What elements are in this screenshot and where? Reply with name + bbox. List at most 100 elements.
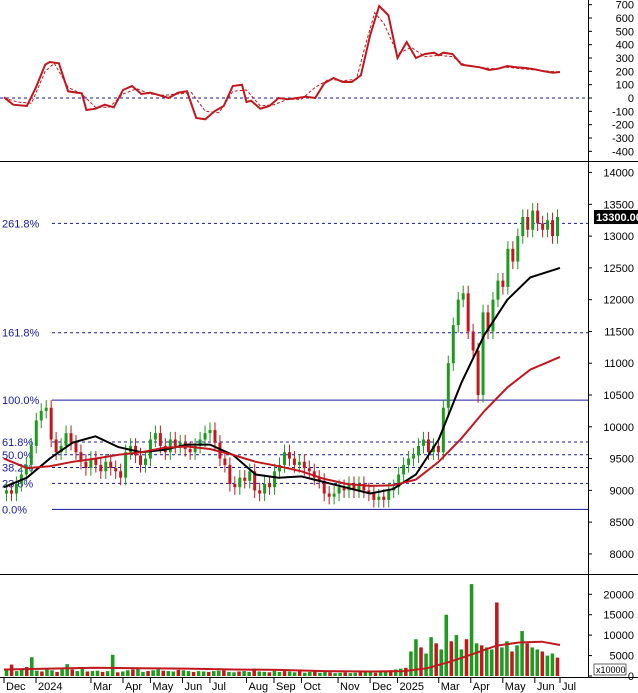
fib-label: 261.8%: [2, 218, 40, 230]
volume-bar: [176, 669, 181, 676]
candle-body: [188, 449, 192, 453]
y-tick-label: 20000: [603, 589, 634, 601]
y-tick-label: 10500: [603, 390, 634, 402]
volume-bar: [156, 669, 160, 676]
candle-body: [153, 433, 157, 440]
volume-bar: [368, 672, 373, 676]
volume-bar: [105, 671, 110, 676]
candle-body: [39, 410, 43, 421]
volume-bar: [115, 672, 120, 676]
candle-body: [109, 461, 113, 469]
candle-body: [402, 464, 406, 475]
fib-label: 161.8%: [2, 328, 40, 340]
volume-bar: [237, 671, 241, 676]
y-tick-label: 500: [616, 26, 634, 38]
last-price-label: 13300.00: [596, 212, 638, 224]
volume-bar: [535, 649, 540, 676]
candle-body: [292, 458, 296, 465]
candle-body: [412, 455, 416, 459]
volume-bar: [242, 671, 246, 676]
candle-body: [511, 248, 515, 262]
volume-unit-label: x10000: [596, 665, 626, 675]
y-tick-label: 12000: [603, 295, 634, 307]
candle-body: [273, 471, 277, 488]
volume-bar: [196, 671, 201, 676]
volume-bar: [469, 584, 474, 676]
volume-bar: [257, 671, 262, 676]
x-tick-label: Mar: [441, 681, 460, 693]
candle-body: [287, 452, 291, 459]
volume-bar: [525, 643, 529, 676]
volume-bar: [500, 647, 504, 676]
candle-body: [536, 210, 540, 224]
volume-bar: [545, 655, 550, 676]
volume-bar: [35, 670, 39, 676]
x-tick-label: Jun: [184, 681, 202, 693]
volume-bar: [323, 671, 327, 676]
candle-body: [496, 280, 500, 300]
candle-body: [258, 490, 262, 494]
candle-body: [263, 484, 267, 494]
volume-bar: [227, 671, 231, 676]
volume-bar: [141, 671, 145, 676]
volume-bar: [121, 671, 125, 676]
volume-bar: [232, 672, 236, 676]
candle-body: [223, 458, 227, 465]
candle-body: [173, 439, 177, 446]
y-tick-label: 9000: [610, 485, 634, 497]
candle-body: [64, 433, 68, 446]
candle-body: [407, 458, 411, 465]
volume-bar: [267, 672, 272, 676]
candle-body: [382, 496, 386, 500]
volume-bar: [110, 654, 115, 676]
volume-bar: [222, 670, 226, 676]
candle-body: [546, 220, 550, 230]
volume-bar: [166, 671, 171, 676]
x-tick-label: Aug: [249, 681, 269, 693]
volume-bar: [495, 602, 499, 676]
candle-body: [461, 293, 465, 300]
volume-bar: [65, 664, 69, 676]
volume-bar: [19, 669, 24, 676]
candle-body: [282, 452, 286, 465]
candle-body: [243, 477, 247, 481]
candle-body: [233, 484, 237, 488]
candle-body: [168, 439, 172, 453]
candle-body: [9, 490, 13, 494]
volume-bar: [211, 671, 216, 676]
volume-bar: [90, 671, 95, 676]
volume-bar: [217, 670, 221, 676]
volume-bar: [434, 643, 438, 676]
y-tick-label: 300: [616, 53, 634, 65]
candle-body: [551, 220, 555, 237]
volume-bar: [378, 671, 383, 676]
candle-body: [84, 461, 88, 469]
volume-bar: [555, 657, 560, 676]
volume-bar: [151, 670, 155, 676]
x-tick-label: May: [152, 681, 173, 693]
candle-body: [436, 445, 440, 453]
candle-body: [471, 331, 475, 351]
volume-bar: [459, 649, 464, 676]
candle-body: [297, 461, 301, 465]
volume-bar: [439, 649, 443, 676]
x-tick-label: Dec: [372, 681, 392, 693]
x-tick-label: May: [505, 681, 526, 693]
volume-bar: [171, 671, 176, 676]
candle-body: [456, 299, 460, 326]
volume-bar: [515, 645, 519, 676]
oscillator-line: [3, 4, 561, 121]
volume-bar: [424, 653, 428, 676]
y-tick-label: -400: [612, 146, 634, 158]
y-tick-label: 9500: [610, 454, 634, 466]
volume-bar: [277, 671, 282, 676]
volume-bar: [14, 671, 19, 676]
candle-body: [526, 217, 530, 230]
volume-bar: [363, 671, 368, 676]
volume-bar: [333, 673, 337, 676]
volume-bar: [484, 647, 489, 676]
candle-body: [302, 461, 306, 469]
candle-body: [446, 363, 450, 408]
volume-bar: [247, 671, 251, 676]
candle-body: [426, 439, 430, 453]
